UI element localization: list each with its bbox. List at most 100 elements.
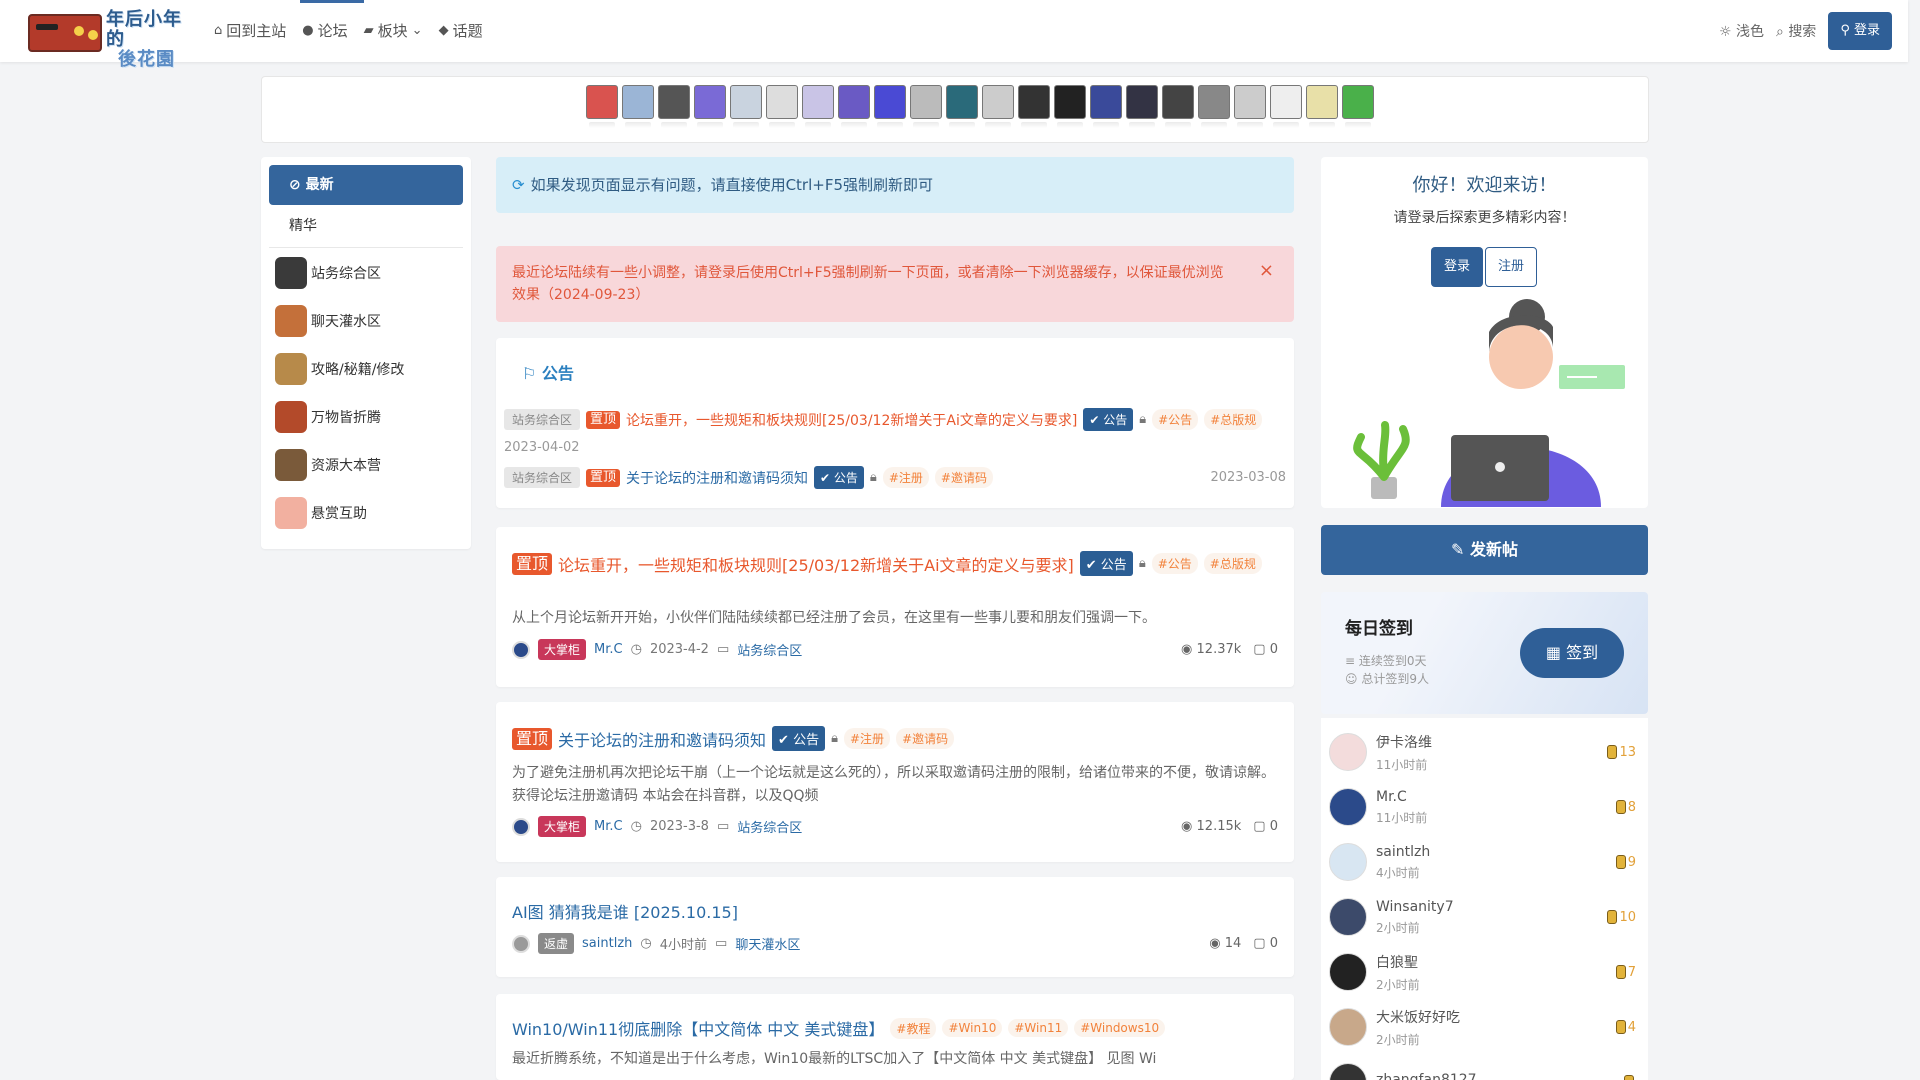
avatar[interactable]: [1329, 733, 1367, 771]
tag[interactable]: #邀请码: [934, 467, 993, 488]
console-icon[interactable]: [946, 85, 978, 128]
board-link[interactable]: 站务综合区: [737, 640, 802, 659]
avatar[interactable]: [512, 817, 530, 836]
post-title[interactable]: Win10/Win11彻底删除【中文简体 中文 美式键盘】: [512, 1016, 884, 1040]
sidebar-item-resources[interactable]: 资源大本营: [275, 449, 381, 481]
sidebar-item-latest[interactable]: ⊘ 最新: [269, 165, 463, 205]
register-button[interactable]: 注册: [1485, 247, 1537, 287]
sidebar-item-tinkering[interactable]: 万物皆折腾: [275, 401, 381, 433]
announcement-item[interactable]: 站务综合区 置顶 论坛重开，一些规矩和板块规则[25/03/12新增关于Ai文章…: [504, 408, 1263, 431]
console-icon[interactable]: [874, 85, 906, 128]
compass-icon: ⊘: [289, 177, 301, 193]
top-login-button[interactable]: ⚲ 登录: [1828, 12, 1892, 50]
console-icon[interactable]: [694, 85, 726, 128]
avatar[interactable]: [1329, 843, 1367, 881]
board-icon: ▭: [715, 936, 728, 951]
avatar[interactable]: [1329, 1008, 1367, 1046]
user-name[interactable]: 伊卡洛维: [1376, 732, 1432, 752]
console-icon[interactable]: [1126, 85, 1158, 128]
theme-toggle[interactable]: ☼ 浅色: [1719, 21, 1764, 41]
author-link[interactable]: saintlzh: [582, 936, 632, 951]
console-icon[interactable]: [1054, 85, 1086, 128]
console-icon[interactable]: [982, 85, 1014, 128]
user-name[interactable]: 白狼聖: [1376, 952, 1420, 972]
board-link[interactable]: 站务综合区: [737, 817, 802, 836]
user-name[interactable]: saintlzh: [1376, 844, 1430, 860]
category-badge[interactable]: 站务综合区: [504, 467, 581, 488]
author-link[interactable]: Mr.C: [594, 819, 623, 834]
tag[interactable]: #总版规: [1204, 409, 1263, 430]
announcement-title[interactable]: 关于论坛的注册和邀请码须知: [626, 468, 808, 488]
nav-boards[interactable]: ▰ 板块 ⌄: [364, 20, 423, 41]
console-icon[interactable]: [658, 85, 690, 128]
user-name[interactable]: 大米饭好好吃: [1376, 1007, 1460, 1027]
tag[interactable]: #Win10: [942, 1019, 1003, 1037]
user-name[interactable]: Winsanity7: [1376, 899, 1454, 915]
tag[interactable]: #注册: [882, 467, 929, 488]
sidebar-item-bounty[interactable]: 悬赏互助: [275, 497, 367, 529]
console-icon[interactable]: [1306, 85, 1338, 128]
nav-right: ☼ 浅色 ⌕ 搜索 ⚲ 登录: [1719, 12, 1892, 50]
tag[interactable]: #公告: [1151, 553, 1198, 574]
signin-user-row: Mr.C 11小时前 8: [1329, 781, 1636, 833]
console-icon[interactable]: [1198, 85, 1230, 128]
avatar[interactable]: [512, 640, 530, 659]
avatar[interactable]: [512, 934, 530, 953]
nav-forum[interactable]: ● 论坛: [302, 20, 347, 41]
console-icon[interactable]: [802, 85, 834, 128]
console-icon[interactable]: [1234, 85, 1266, 128]
tag[interactable]: #邀请码: [896, 728, 955, 749]
avatar[interactable]: [1329, 788, 1367, 826]
avatar[interactable]: [1329, 953, 1367, 991]
author-link[interactable]: Mr.C: [594, 642, 623, 657]
post-meta: 返虚 saintlzh ◷ 4小时前 ▭ 聊天灌水区 ◉ 14 ▢ 0: [512, 933, 1278, 954]
tag[interactable]: #Win11: [1008, 1019, 1069, 1037]
signin-button[interactable]: ▦ 签到: [1520, 628, 1624, 678]
nav-topics[interactable]: ◆ 话题: [439, 20, 483, 41]
console-icon[interactable]: [1018, 85, 1050, 128]
post-excerpt: 为了避免注册机再次把论坛干崩（上一个论坛就是这么死的），所以采取邀请码注册的限制…: [512, 765, 1275, 804]
new-post-button[interactable]: ✎ 发新帖: [1321, 525, 1648, 575]
tag[interactable]: #总版规: [1203, 553, 1262, 574]
post-time: 2023-4-2: [649, 642, 709, 657]
category-badge[interactable]: 站务综合区: [504, 409, 581, 430]
announcement-item[interactable]: 站务综合区 置顶 关于论坛的注册和邀请码须知 ✔ 公告 🔒︎ #注册 #邀请码 …: [504, 466, 1286, 489]
sidebar-item-guides[interactable]: 攻略/秘籍/修改: [275, 353, 404, 385]
user-name[interactable]: Mr.C: [1376, 789, 1427, 805]
tag[interactable]: #注册: [844, 728, 891, 749]
avatar[interactable]: [1329, 1063, 1367, 1080]
announcement-title[interactable]: 论坛重开，一些规矩和板块规则[25/03/12新增关于Ai文章的定义与要求]: [626, 410, 1077, 430]
search-button[interactable]: ⌕ 搜索: [1776, 21, 1816, 41]
console-icon[interactable]: [1270, 85, 1302, 128]
nav-home[interactable]: ⌂ 回到主站: [214, 20, 286, 41]
category-icon: [275, 449, 307, 481]
console-icon[interactable]: [1342, 85, 1374, 128]
console-icon[interactable]: [766, 85, 798, 128]
console-icon[interactable]: [1090, 85, 1122, 128]
console-icon[interactable]: [730, 85, 762, 128]
login-button[interactable]: 登录: [1431, 247, 1483, 287]
sidebar-item-site-affairs[interactable]: 站务综合区: [275, 257, 381, 289]
sidebar-item-chat[interactable]: 聊天灌水区: [275, 305, 381, 337]
flag-icon: ⚐: [522, 364, 537, 383]
post-title[interactable]: 论坛重开，一些规矩和板块规则[25/03/12新增关于Ai文章的定义与要求]: [558, 552, 1074, 576]
tag[interactable]: #Windows10: [1074, 1019, 1166, 1037]
signin-user-row: Winsanity7 2小时前 10: [1329, 891, 1636, 943]
console-icon[interactable]: [586, 85, 618, 128]
console-icon[interactable]: [622, 85, 654, 128]
console-icon[interactable]: [1162, 85, 1194, 128]
announcement-badge: ✔ 公告: [772, 726, 826, 751]
board-link[interactable]: 聊天灌水区: [735, 934, 800, 953]
avatar[interactable]: [1329, 898, 1367, 936]
site-logo[interactable]: 年后小年的 後花園: [28, 8, 190, 70]
tag[interactable]: #教程: [890, 1017, 937, 1039]
console-icon[interactable]: [910, 85, 942, 128]
tag[interactable]: #公告: [1152, 409, 1199, 430]
post-title-row: 置顶 论坛重开，一些规矩和板块规则[25/03/12新增关于Ai文章的定义与要求…: [512, 551, 1278, 576]
console-icon[interactable]: [838, 85, 870, 128]
user-name[interactable]: zhangfan8127: [1376, 1072, 1477, 1080]
post-title[interactable]: 关于论坛的注册和邀请码须知: [558, 727, 766, 751]
sidebar-item-featured[interactable]: 精华: [289, 215, 317, 235]
close-icon[interactable]: ×: [1259, 260, 1274, 282]
post-title[interactable]: AI图 猜猜我是谁 [2025.10.15]: [512, 899, 738, 923]
